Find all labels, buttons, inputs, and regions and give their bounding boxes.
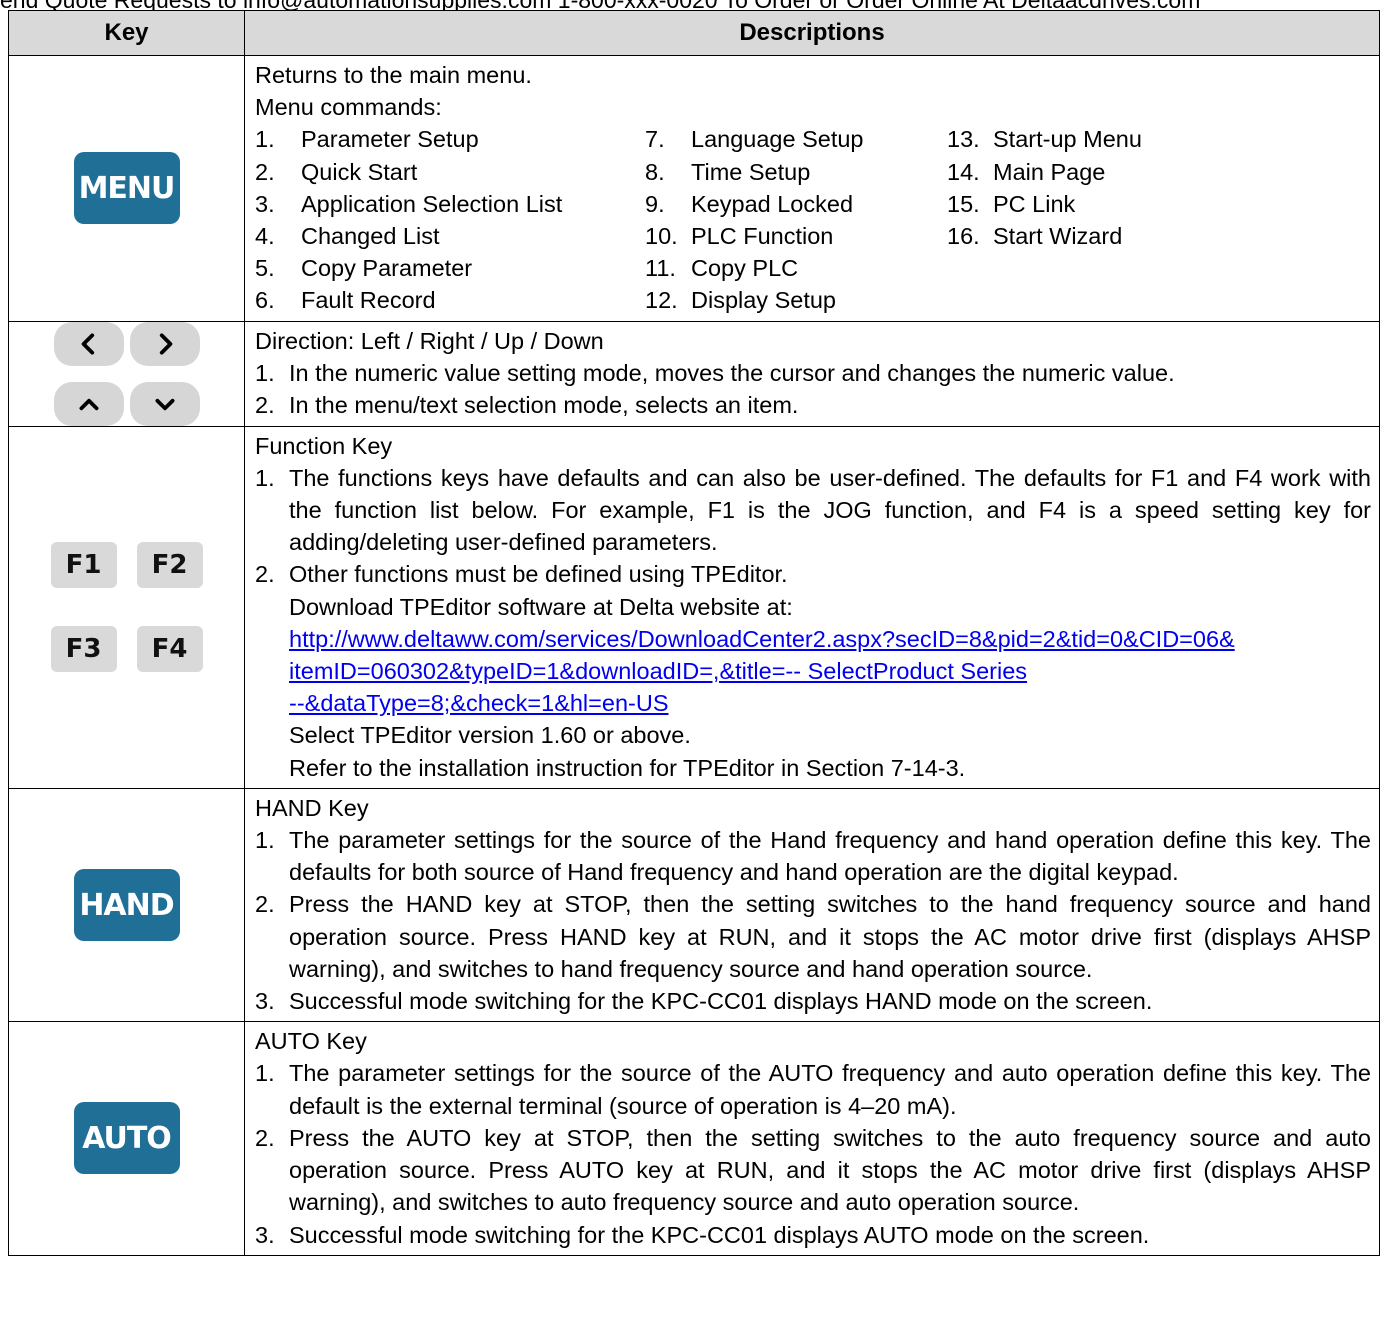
down-arrow-key-icon (129, 381, 200, 426)
menu-commands-col-2: 7. Language Setup 8. Time Setup 9. Keypad L… (645, 123, 947, 316)
key-cell-menu: MENU (8, 55, 245, 322)
list-item: 2. Other functions must be defined using … (255, 561, 788, 588)
desc-cell-hand: HAND Key 1. The parameter settings for th… (244, 787, 1380, 1023)
function-keys: F1 F2 F3 F4 (9, 542, 244, 673)
version-text: Select TPEditor version 1.60 or above. (289, 722, 691, 749)
refer-text: Refer to the installation instruction fo… (289, 754, 966, 781)
list-item: 3. Successful mode switching for the KPC-… (255, 1221, 1150, 1248)
f3-key-icon: F3 (50, 626, 117, 673)
download-text: Download TPEditor software at Delta webs… (289, 593, 793, 620)
list-item: 3. Application Selection List (255, 190, 563, 217)
header-key: Key (8, 10, 245, 56)
list-item: 15. PC Link (947, 190, 1076, 217)
hand-list: 1. The parameter settings for the source … (255, 824, 1371, 1017)
table-row-auto: AUTO AUTO Key 1. The parameter settings f… (8, 1021, 1380, 1256)
menu-intro-line: Returns to the main menu. (255, 62, 532, 88)
menu-commands-col-1: 1. Parameter Setup 2. Quick Start 3. Applic… (255, 123, 645, 316)
key-cell-direction (8, 320, 245, 427)
desc-cell-menu: Returns to the main menu. Menu commands:… (244, 55, 1380, 322)
list-item: 5. Copy Parameter (255, 255, 473, 282)
menu-commands-col-3: 13. Start-up Menu 14. Main Page 15. PC Link… (947, 123, 1247, 316)
menu-key-icon: MENU (73, 152, 180, 225)
list-item: 1. The parameter settings for the source … (255, 827, 1371, 886)
download-link[interactable]: --&dataType=8;&check=1&hl=en-US (289, 690, 669, 716)
hand-title: HAND Key (255, 794, 369, 821)
list-item: 2. Quick Start (255, 158, 418, 185)
list-item: 1. In the numeric value setting mode, mov… (255, 359, 1175, 386)
direction-title: Direction: Left / Right / Up / Down (255, 327, 604, 354)
auto-list: 1. The parameter settings for the source … (255, 1057, 1371, 1250)
menu-commands-grid: 1. Parameter Setup 2. Quick Start 3. Applic… (255, 123, 1371, 316)
table-row-hand: HAND HAND Key 1. The parameter settings f… (8, 787, 1380, 1023)
header-descriptions: Descriptions (244, 10, 1380, 56)
list-item: 2. Press the HAND key at STOP, then the s… (255, 891, 1371, 982)
auto-key-icon: AUTO (73, 1102, 180, 1175)
table-row-function: F1 F2 F3 F4 Function Key 1. The functions… (8, 425, 1380, 789)
list-item: 7. Language Setup (645, 126, 864, 153)
list-item: 16. Start Wizard (947, 223, 1123, 250)
list-item: 2. In the menu/text selection mode, selec… (255, 392, 799, 419)
desc-cell-function: Function Key 1. The functions keys have d… (244, 425, 1380, 789)
list-item: 3. Successful mode switching for the KPC-… (255, 988, 1153, 1015)
list-item: 1. The parameter settings for the source … (255, 1060, 1371, 1119)
direction-list: 1. In the numeric value setting mode, mov… (255, 357, 1371, 421)
list-item: 4. Changed List (255, 223, 440, 250)
list-item: 9. Keypad Locked (645, 190, 854, 217)
key-cell-function: F1 F2 F3 F4 (8, 425, 245, 789)
list-item: 12. Display Setup (645, 287, 836, 314)
desc-cell-auto: AUTO Key 1. The parameter settings for th… (244, 1021, 1380, 1256)
list-item: 13. Start-up Menu (947, 126, 1142, 153)
direction-keys (9, 321, 244, 426)
download-link[interactable]: itemID=060302&typeID=1&downloadID=,&titl… (289, 658, 1027, 684)
key-cell-hand: HAND (8, 787, 245, 1023)
list-item: 6. Fault Record (255, 287, 436, 314)
list-item: 1. The functions keys have defaults and c… (255, 464, 1371, 556)
download-link-line-2[interactable]: itemID=060302&typeID=1&downloadID=,&titl… (255, 655, 1371, 687)
table-row-menu: MENU Returns to the main menu. Menu comm… (8, 55, 1380, 322)
function-title: Function Key (255, 432, 393, 459)
key-cell-auto: AUTO (8, 1021, 245, 1256)
f4-key-icon: F4 (136, 626, 203, 673)
table-header-row: Key Descriptions (8, 10, 1380, 56)
download-link-line-3[interactable]: --&dataType=8;&check=1&hl=en-US (255, 687, 1371, 719)
menu-commands-label: Menu commands: (255, 94, 442, 121)
auto-title: AUTO Key (255, 1028, 367, 1055)
key-descriptions-table: Key Descriptions MENU Returns to the mai… (8, 10, 1380, 1256)
desc-cell-direction: Direction: Left / Right / Up / Down 1. In… (244, 320, 1380, 427)
f1-key-icon: F1 (50, 542, 117, 589)
download-link[interactable]: http://www.deltaww.com/services/Download… (289, 626, 1235, 652)
list-item: 10. PLC Function (645, 223, 834, 250)
f2-key-icon: F2 (136, 542, 203, 589)
list-item: 2. Press the AUTO key at STOP, then the s… (255, 1124, 1371, 1216)
list-item: 1. Parameter Setup (255, 126, 479, 153)
up-arrow-key-icon (53, 381, 124, 426)
right-arrow-key-icon (129, 321, 200, 366)
hand-key-icon: HAND (73, 869, 180, 942)
download-link-line-1[interactable]: http://www.deltaww.com/services/Download… (255, 623, 1371, 655)
list-item: 14. Main Page (947, 158, 1106, 185)
function-list: 1. The functions keys have defaults and c… (255, 462, 1371, 591)
list-item: 8. Time Setup (645, 158, 811, 185)
table-row-direction: Direction: Left / Right / Up / Down 1. In… (8, 320, 1380, 427)
list-item: 11. Copy PLC (645, 255, 799, 282)
left-arrow-key-icon (53, 321, 124, 366)
